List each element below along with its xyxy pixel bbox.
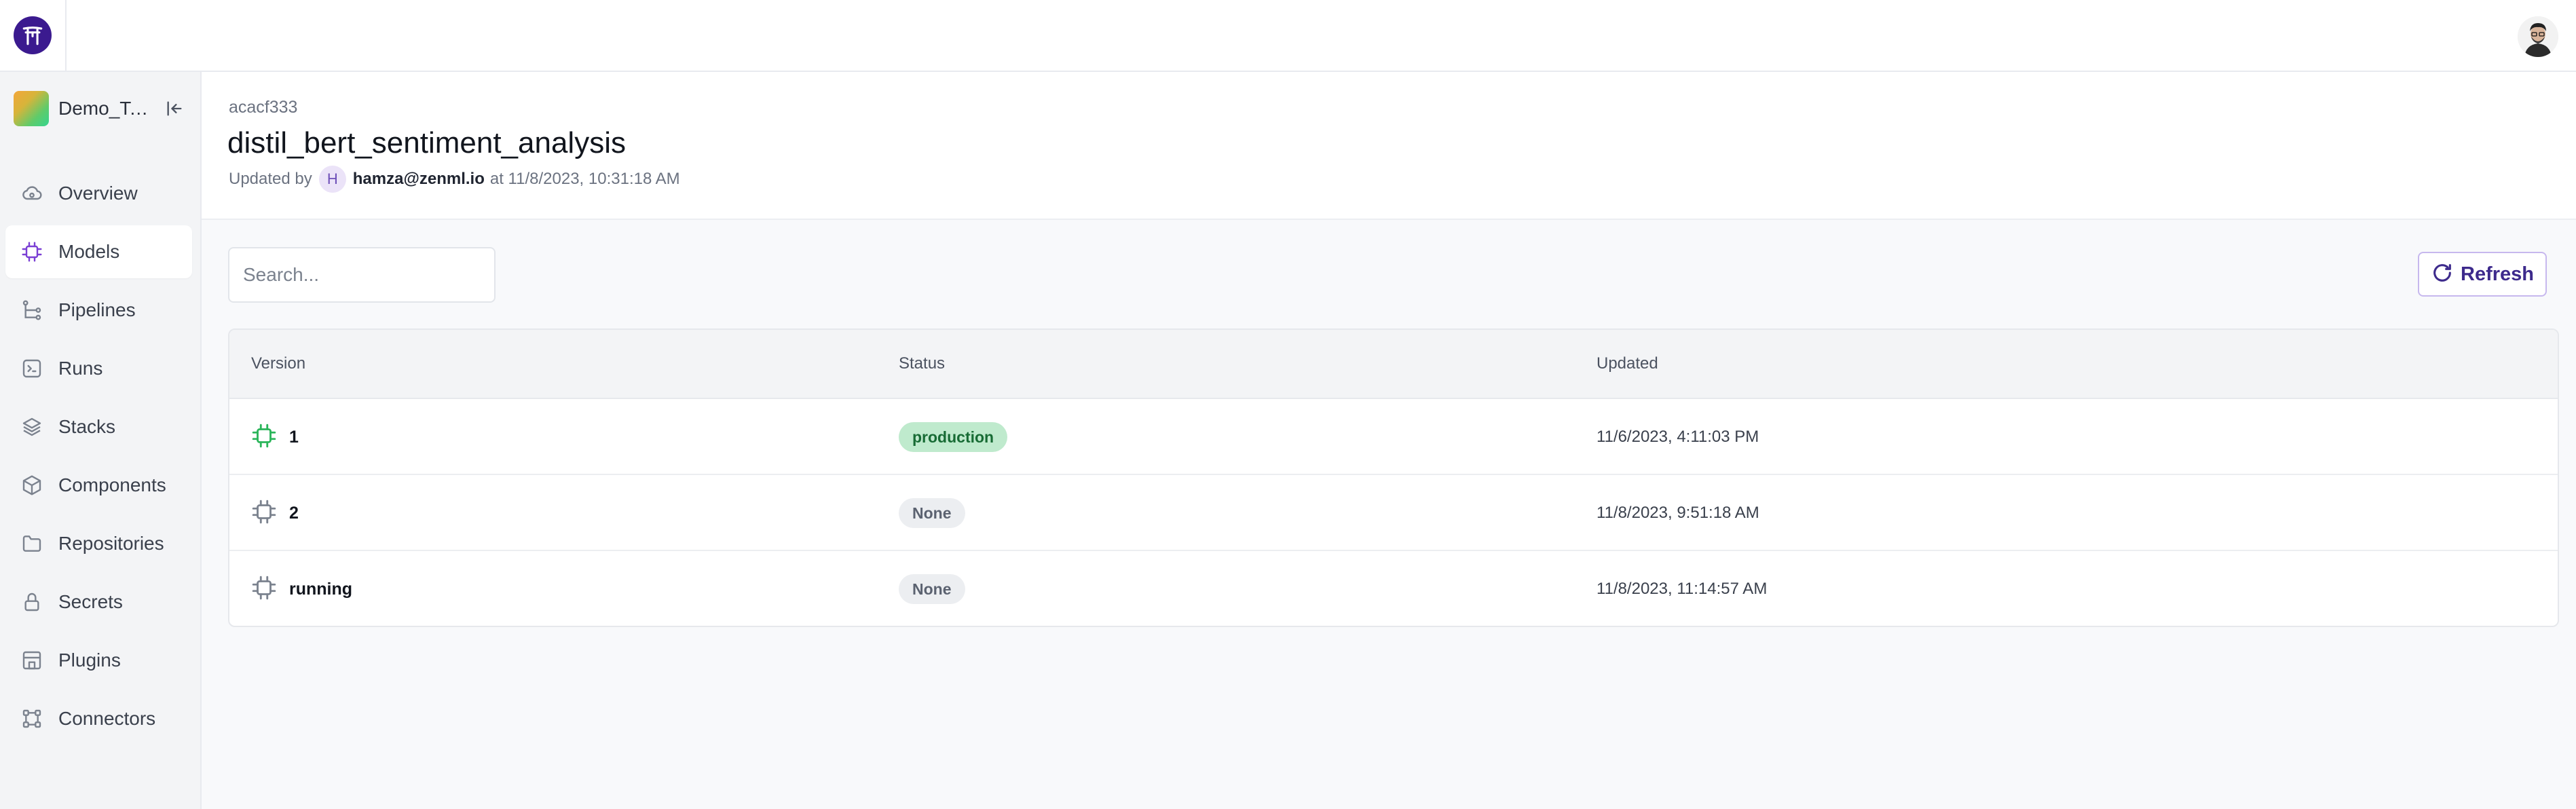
sidebar-nav: Overview Models Pipelines Runs Stacks Co… [5, 167, 192, 751]
updated-timestamp: at 11/8/2023, 10:31:18 AM [489, 170, 680, 188]
page-title: distil_bert_sentiment_analysis [227, 126, 626, 159]
torii-gate-icon[interactable] [14, 16, 52, 54]
layers-icon [19, 414, 45, 440]
refresh-label: Refresh [2461, 263, 2534, 285]
chip-icon [251, 423, 277, 452]
sidebar: Demo_Te... Overview Models Pipelines Run… [0, 72, 202, 809]
column-header-status[interactable]: Status [899, 354, 945, 373]
updated-by-email: hamza@zenml.io [352, 170, 485, 188]
sidebar-item-label: Plugins [58, 650, 121, 671]
model-id: acacf333 [229, 98, 298, 117]
chip-icon [19, 239, 45, 265]
store-icon [19, 647, 45, 673]
sidebar-item-repositories[interactable]: Repositories [5, 517, 192, 570]
sidebar-item-stacks[interactable]: Stacks [5, 400, 192, 453]
version-name[interactable]: 2 [289, 504, 299, 523]
search-input[interactable] [228, 247, 496, 303]
workspace-name: Demo_Te... [58, 98, 153, 119]
sidebar-item-label: Secrets [58, 591, 123, 612]
logo-cell[interactable] [0, 0, 67, 71]
updated-cell: 11/8/2023, 9:51:18 AM [1597, 504, 1759, 522]
cube-icon [19, 472, 45, 498]
sidebar-item-label: Components [58, 474, 166, 495]
sidebar-item-connectors[interactable]: Connectors [5, 692, 192, 745]
lock-icon [19, 589, 45, 615]
workspace-switcher[interactable]: Demo_Te... [14, 90, 190, 128]
version-name[interactable]: running [289, 580, 352, 599]
chip-icon [251, 499, 277, 528]
sidebar-item-plugins[interactable]: Plugins [5, 634, 192, 687]
sidebar-item-secrets[interactable]: Secrets [5, 576, 192, 628]
sidebar-item-components[interactable]: Components [5, 459, 192, 512]
connector-icon [19, 706, 45, 732]
sidebar-item-label: Models [58, 241, 120, 262]
status-cell: None [899, 475, 965, 551]
pipeline-icon [19, 297, 45, 323]
sidebar-item-label: Overview [58, 183, 138, 204]
avatar: H [318, 166, 346, 193]
top-bar [0, 0, 2576, 72]
table-row[interactable]: 2 None 11/8/2023, 9:51:18 AM [229, 475, 2558, 551]
chip-icon [251, 575, 277, 604]
sidebar-item-models[interactable]: Models [5, 225, 192, 278]
sidebar-item-label: Runs [58, 358, 103, 379]
collapse-left-icon[interactable] [163, 97, 186, 120]
updated-cell: 11/6/2023, 4:11:03 PM [1597, 428, 1759, 446]
column-header-version[interactable]: Version [251, 354, 305, 373]
updated-info: Updated by H hamza@zenml.io at 11/8/2023… [229, 166, 680, 193]
sidebar-item-label: Repositories [58, 533, 164, 554]
version-cell: 1 [251, 399, 299, 475]
status-cell: production [899, 399, 1008, 475]
workspace-avatar [14, 91, 49, 126]
sidebar-item-overview[interactable]: Overview [5, 167, 192, 220]
status-badge: None [899, 498, 965, 528]
status-badge: production [899, 422, 1008, 452]
sidebar-item-label: Connectors [58, 708, 156, 729]
page-header: acacf333 distil_bert_sentiment_analysis … [202, 72, 2576, 220]
updated-cell: 11/8/2023, 11:14:57 AM [1597, 580, 1768, 598]
refresh-icon [2431, 261, 2454, 288]
refresh-button[interactable]: Refresh [2418, 252, 2547, 297]
sidebar-item-runs[interactable]: Runs [5, 342, 192, 395]
folder-icon [19, 531, 45, 557]
user-avatar-icon[interactable] [2518, 16, 2558, 57]
status-badge: None [899, 574, 965, 604]
version-cell: running [251, 551, 352, 626]
column-header-updated[interactable]: Updated [1597, 354, 1658, 373]
versions-table: Version Status Updated 1 production 11/6… [228, 328, 2559, 627]
sidebar-item-pipelines[interactable]: Pipelines [5, 284, 192, 337]
sidebar-item-label: Pipelines [58, 299, 136, 320]
terminal-icon [19, 356, 45, 381]
table-row[interactable]: 1 production 11/6/2023, 4:11:03 PM [229, 399, 2558, 475]
table-header: Version Status Updated [229, 330, 2558, 399]
sidebar-item-label: Stacks [58, 416, 116, 437]
table-row[interactable]: running None 11/8/2023, 11:14:57 AM [229, 551, 2558, 626]
status-cell: None [899, 551, 965, 626]
version-name[interactable]: 1 [289, 428, 299, 447]
cloud-icon [19, 181, 45, 206]
updated-prefix: Updated by [229, 170, 312, 188]
version-cell: 2 [251, 475, 299, 551]
